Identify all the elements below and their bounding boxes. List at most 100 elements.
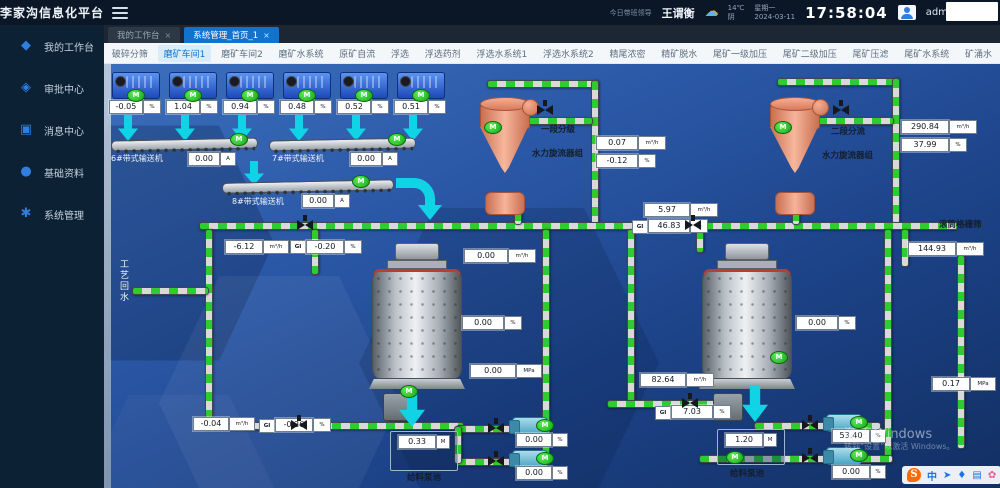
menu-item-tailings-p1[interactable]: 尾矿一级加压: [707, 45, 773, 62]
sidebar-item-messages[interactable]: ▣ 消息中心: [0, 109, 104, 151]
menu-item-crushing[interactable]: 破碎分筛: [106, 45, 154, 62]
right-flow-value: 82.64: [640, 373, 686, 387]
mill1-flow-value: 0.00: [464, 249, 508, 263]
feeder1-unit: %: [143, 100, 161, 114]
menu-item-grinding-water[interactable]: 磨矿水系统: [273, 45, 330, 62]
menu-item-flotation[interactable]: 浮选: [385, 45, 415, 62]
weekday: 星期一: [754, 4, 775, 12]
sidebar-item-approval[interactable]: ◈ 审批中心: [0, 67, 104, 109]
valve[interactable]: [682, 398, 698, 408]
valve[interactable]: [537, 105, 553, 115]
menu-item-raw-ore[interactable]: 原矿自流: [333, 45, 381, 62]
mic-icon[interactable]: ♦: [957, 470, 966, 481]
sogou-icon[interactable]: S: [907, 468, 921, 482]
gear-icon: ✱: [18, 206, 34, 222]
feeder4-value: 0.48: [280, 100, 314, 114]
mill1-pressure-unit: MPa: [516, 364, 542, 378]
clock: 17:58:04: [805, 4, 888, 22]
tank2-level-unit: M: [763, 433, 777, 447]
cyclone-1-label: 一段分级: [541, 123, 575, 135]
right-pressure-value: 0.17: [932, 377, 970, 391]
mill1-pressure-value: 0.00: [470, 364, 516, 378]
bottom-gi-unit: %: [313, 418, 331, 432]
pump4-unit: %: [870, 465, 886, 479]
tab-workbench[interactable]: 我的工作台 ×: [108, 27, 180, 43]
mill1-pct-value: 0.00: [462, 316, 504, 330]
valve[interactable]: [297, 220, 313, 230]
vertical-mill-1[interactable]: [369, 243, 465, 389]
motor-indicator: M: [850, 449, 868, 462]
valve[interactable]: [685, 220, 701, 230]
pipe: [205, 229, 213, 426]
pump4-value: 0.00: [832, 465, 870, 479]
sidebar-item-system[interactable]: ✱ 系统管理: [0, 193, 104, 235]
menu-item-filter-press[interactable]: 尾矿压滤: [846, 45, 894, 62]
sidebar-item-basicdata[interactable]: ● 基础资料: [0, 151, 104, 193]
valve[interactable]: [291, 420, 307, 430]
hamburger-menu-icon[interactable]: [112, 7, 128, 19]
hydrocyclone-1[interactable]: [476, 99, 532, 195]
menu-item-grinding2[interactable]: 磨矿车间2: [215, 45, 269, 62]
tab-close-icon[interactable]: ×: [263, 31, 270, 40]
motor-indicator: M: [400, 385, 418, 398]
menu-item-reagent[interactable]: 浮选药剂: [419, 45, 467, 62]
motor-indicator: M: [412, 89, 430, 102]
menu-item-dewatering[interactable]: 精矿脱水: [655, 45, 703, 62]
feeder2-unit: %: [200, 100, 218, 114]
menu-item-tailings-p2[interactable]: 尾矿二级加压: [777, 45, 843, 62]
feeder6-unit: %: [428, 100, 446, 114]
feeder5-unit: %: [371, 100, 389, 114]
pump-pit-1-label: 给料泵池: [407, 471, 441, 483]
menu-item-flot-water2[interactable]: 浮选水系统2: [537, 45, 600, 62]
valve[interactable]: [833, 105, 849, 115]
language-icon[interactable]: 中: [927, 468, 937, 483]
menu-item-grinding1[interactable]: 磨矿车间1: [158, 45, 212, 62]
pipe-return-water: [132, 287, 209, 295]
vertical-mill-2[interactable]: [699, 243, 795, 389]
cyclone-1-flow-unit: m³/h: [638, 136, 666, 150]
tab-system-home[interactable]: 系统管理_首页_1 ×: [184, 27, 279, 43]
motor-indicator: M: [484, 121, 502, 134]
emoji-icon[interactable]: ✿: [988, 470, 996, 481]
shield-icon: ●: [18, 164, 34, 180]
pipe: [892, 78, 900, 224]
keyboard-icon[interactable]: ▤: [972, 470, 981, 481]
gi-badge: GI: [290, 240, 306, 254]
sidebar-nav: ◆ 我的工作台 ◈ 审批中心 ▣ 消息中心 ● 基础资料 ✱ 系统管理: [0, 25, 104, 488]
valve[interactable]: [488, 456, 504, 466]
drum-flow-value: 144.93: [908, 242, 956, 256]
cyclone-1-pct-unit: %: [638, 154, 656, 168]
valve[interactable]: [802, 420, 818, 430]
menu-item-tailings-water[interactable]: 尾矿水系统: [898, 45, 955, 62]
pipe: [957, 255, 965, 449]
motor-indicator: M: [127, 89, 145, 102]
conveyor-6-label: 6#带式输送机: [111, 153, 163, 164]
process-water-label: 工艺回水: [117, 259, 130, 303]
valve[interactable]: [488, 423, 504, 433]
date: 2024-03-11: [754, 13, 795, 21]
motor-indicator: M: [536, 419, 554, 432]
pump2-value: 0.00: [516, 466, 552, 480]
left-flow-value: -6.12: [225, 240, 263, 254]
feeder2-value: 1.04: [166, 100, 200, 114]
temperature: 14℃: [728, 4, 745, 12]
input-method-tray[interactable]: S 中 ➤ ♦ ▤ ✿: [902, 466, 1000, 484]
pipe: [591, 80, 599, 224]
pointer-icon[interactable]: ➤: [943, 470, 951, 481]
tab-close-icon[interactable]: ×: [165, 31, 172, 40]
menu-item-mine-water[interactable]: 矿涌水: [959, 45, 998, 62]
user-avatar[interactable]: [898, 5, 916, 20]
hydrocyclone-2[interactable]: [766, 99, 822, 195]
menu-item-flot-water1[interactable]: 浮选水系统1: [471, 45, 534, 62]
gi-badge: GI: [655, 406, 671, 420]
flow-arrow-icon: [742, 386, 768, 422]
drum-flow-unit: m³/h: [956, 242, 984, 256]
pipe: [487, 80, 599, 88]
menu-item-thickening[interactable]: 精尾浓密: [603, 45, 651, 62]
sidebar-item-workbench[interactable]: ◆ 我的工作台: [0, 25, 104, 67]
valve[interactable]: [802, 453, 818, 463]
bottom-flow-unit: m³/h: [229, 417, 255, 431]
bottom-flow-value: -0.04: [193, 417, 229, 431]
duty-leader-name: 王谓衡: [662, 5, 695, 21]
curved-arrow-icon: [392, 175, 444, 221]
